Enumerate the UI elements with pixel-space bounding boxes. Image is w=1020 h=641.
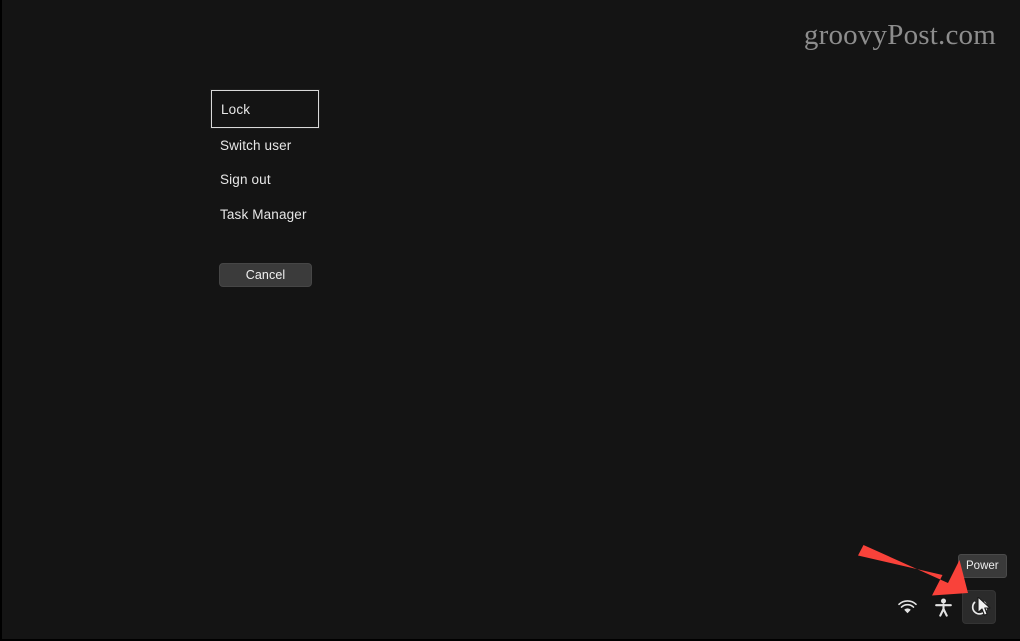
system-tray bbox=[890, 590, 1006, 626]
accessibility-icon bbox=[934, 598, 952, 617]
security-option-lock[interactable]: Lock bbox=[210, 89, 320, 129]
power-button[interactable] bbox=[962, 590, 996, 624]
security-option-switch-user[interactable]: Switch user bbox=[211, 134, 291, 157]
security-option-switch-user-label: Switch user bbox=[220, 138, 292, 153]
security-option-sign-out-label: Sign out bbox=[220, 172, 271, 187]
security-option-sign-out[interactable]: Sign out bbox=[211, 168, 271, 191]
security-option-task-manager[interactable]: Task Manager bbox=[211, 203, 307, 226]
security-option-lock-label: Lock bbox=[221, 101, 251, 117]
network-button[interactable] bbox=[890, 590, 924, 624]
accessibility-button[interactable] bbox=[926, 590, 960, 624]
power-icon bbox=[970, 598, 989, 617]
security-option-task-manager-label: Task Manager bbox=[220, 207, 307, 222]
power-tooltip: Power bbox=[958, 554, 1007, 578]
cancel-button[interactable]: Cancel bbox=[219, 263, 312, 287]
watermark-text: groovyPost.com bbox=[803, 19, 996, 51]
security-options-screen: groovyPost.com Lock Switch user Sign out… bbox=[0, 0, 1020, 641]
network-icon bbox=[897, 599, 917, 615]
